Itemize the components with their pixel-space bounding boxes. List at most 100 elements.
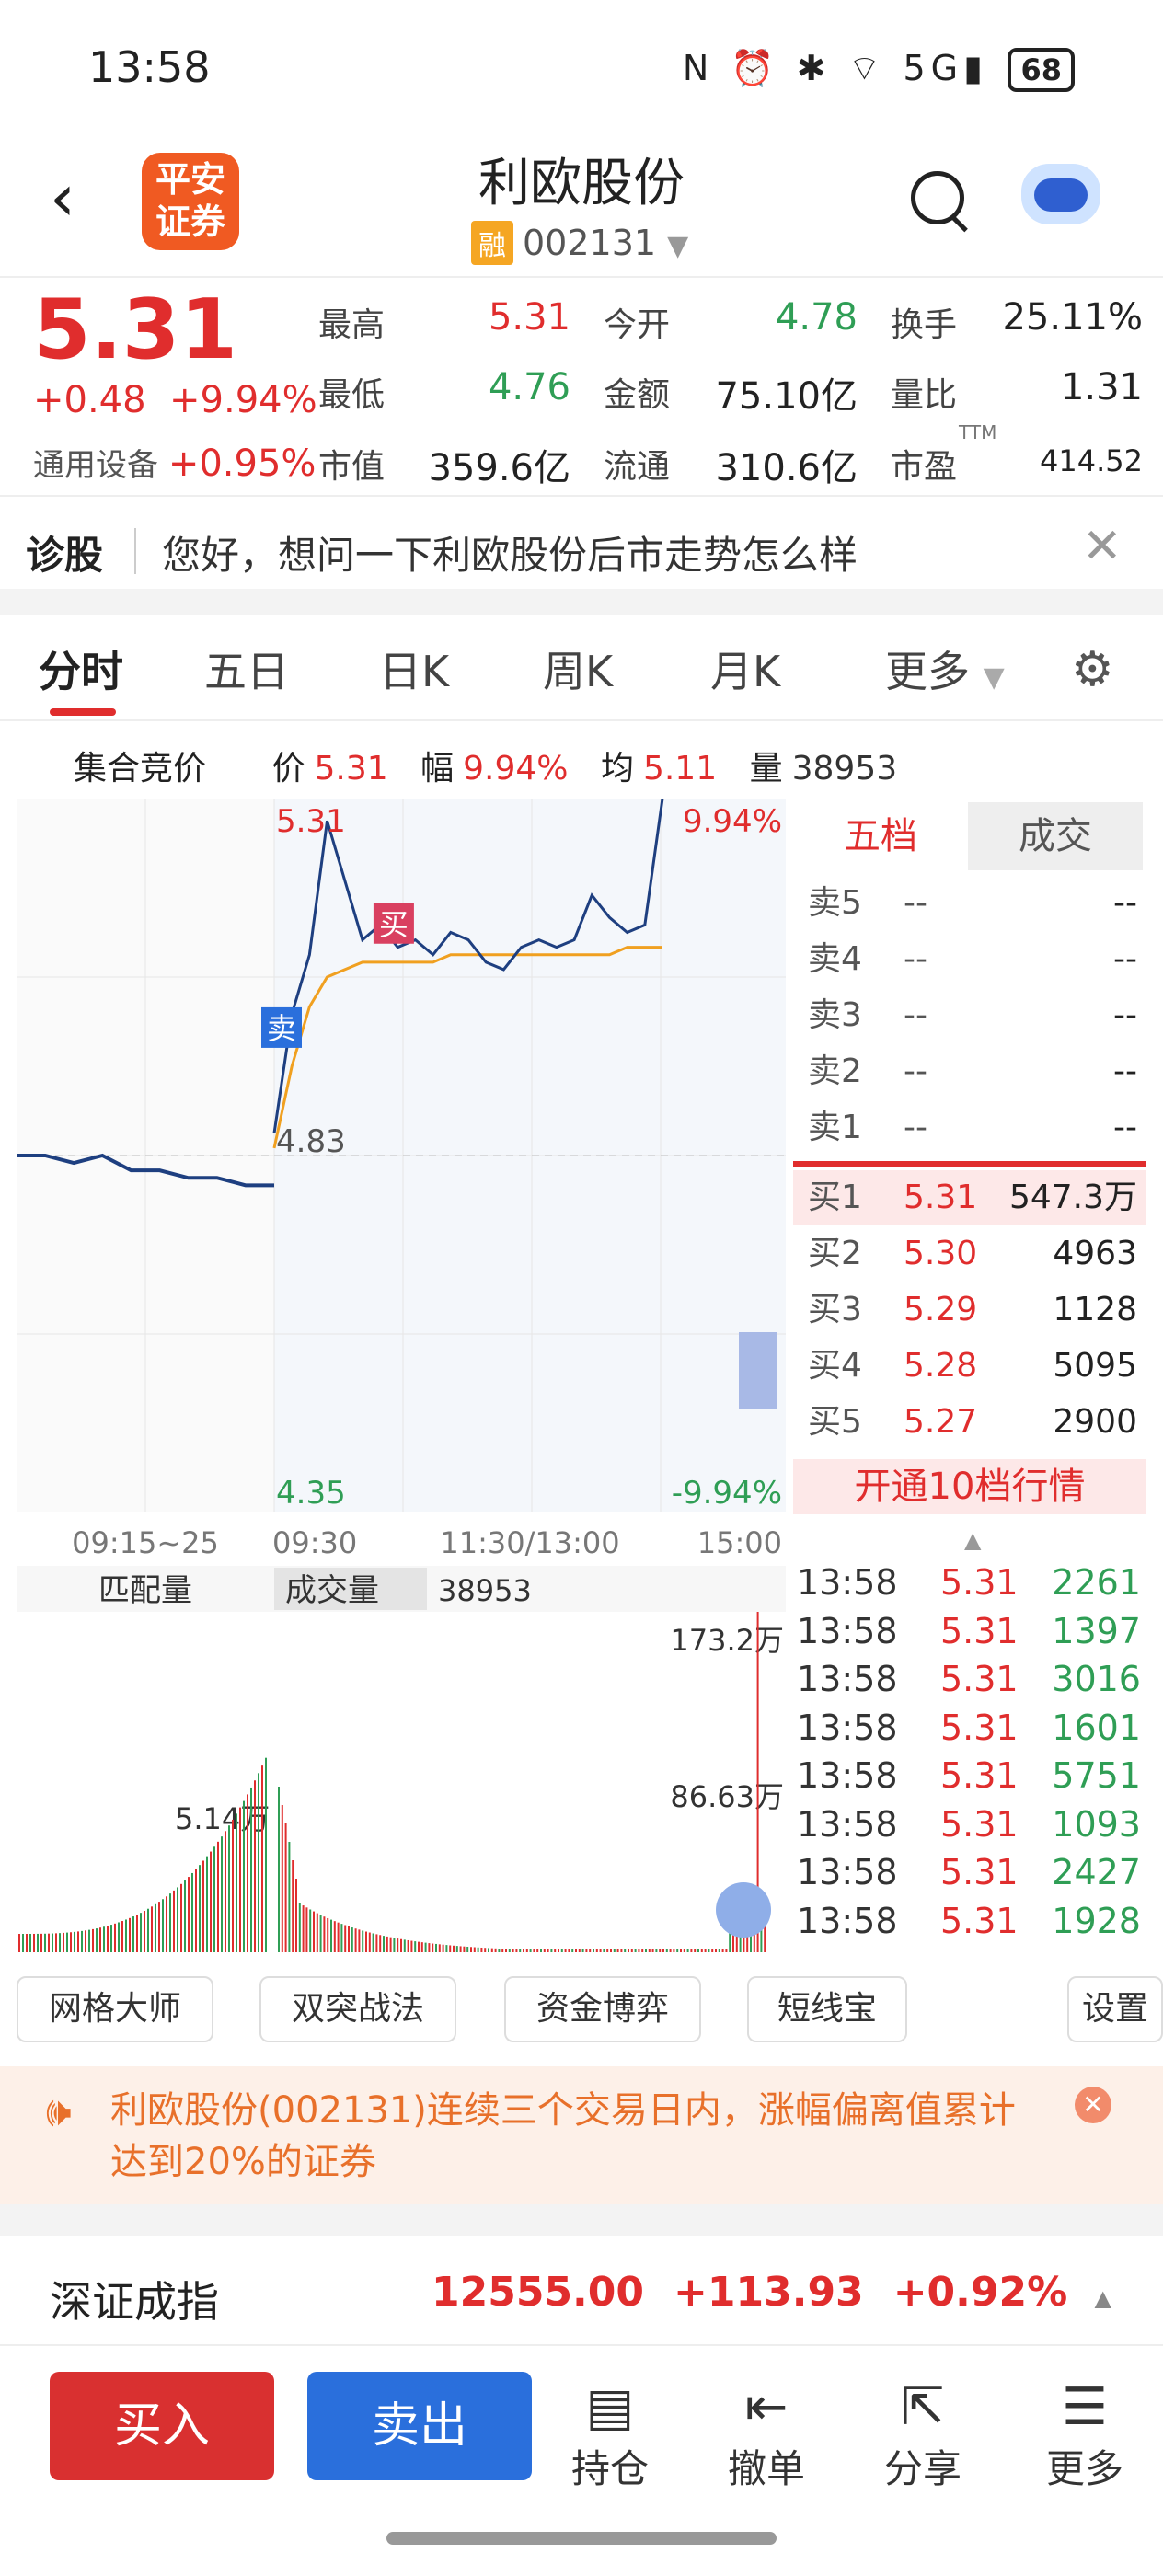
cancel-order-button[interactable]: ⇤ 撤单 (697, 2377, 835, 2494)
index-name[interactable]: 深证成指 (50, 2269, 219, 2329)
order-book-row: 买4 5.28 5095 (808, 1347, 1137, 1385)
volume-bar (379, 1935, 382, 1952)
auction-volume-bar (151, 1906, 153, 1952)
section-gap (0, 589, 1163, 615)
auction-volume-bar (140, 1913, 142, 1952)
auction-volume-bar (210, 1851, 212, 1952)
auction-volume-bar (29, 1933, 31, 1952)
buy-button[interactable]: 买入 (50, 2372, 274, 2480)
auction-volume-bar (144, 1911, 145, 1952)
close-icon[interactable]: ✕ (1075, 2087, 1111, 2123)
auction-volume-bar (217, 1841, 219, 1952)
tool-settings[interactable]: 设置 (1067, 1976, 1163, 2042)
volume-bar (547, 1949, 549, 1952)
volume-bar (295, 1879, 297, 1952)
tool-double-breakout[interactable]: 双突战法 (259, 1976, 456, 2042)
volume-bar (438, 1944, 441, 1952)
volume-bar (613, 1949, 616, 1952)
active-tab-indicator (50, 708, 116, 716)
volume-bar (624, 1949, 627, 1952)
volume-bar (305, 1907, 308, 1952)
tab-monthly-k[interactable]: 月K (710, 638, 780, 699)
volume-bar (582, 1949, 584, 1952)
tab-five-level[interactable]: 五档 (793, 802, 968, 870)
volume-bar (686, 1949, 689, 1952)
share-button[interactable]: ⇱ 分享 (854, 2377, 992, 2494)
tab-five-day[interactable]: 五日 (204, 638, 289, 699)
volume-bar (316, 1913, 318, 1952)
volume-bar (630, 1949, 633, 1952)
volume-bar (606, 1949, 609, 1952)
volume-bar (407, 1939, 409, 1952)
volume-bar (281, 1805, 283, 1952)
y-label-mid: 4.83 (276, 1123, 346, 1160)
volume-bar (651, 1949, 654, 1952)
chevron-up-icon[interactable]: ▲ (964, 1527, 981, 1553)
auction-volume-bar (265, 1757, 267, 1952)
auction-volume-bar (59, 1933, 61, 1952)
fullscreen-icon[interactable] (716, 1882, 771, 1938)
holdings-button[interactable]: ▤ 持仓 (541, 2377, 679, 2494)
gear-icon[interactable]: ⚙ (1071, 642, 1114, 697)
volume-bar (645, 1949, 647, 1952)
volume-bar (543, 1949, 546, 1952)
auction-volume-bar (213, 1846, 215, 1952)
index-quote[interactable]: 12555.00 +113.93 +0.92% ▲ (402, 2269, 1111, 2316)
more-button[interactable]: ☰ 更多 (1016, 2377, 1154, 2494)
intraday-chart[interactable]: 买卖 5.31 4.83 4.35 9.94% -9.94% 09:15~25 09:30 11… (17, 799, 789, 1958)
last-price: 5.31 (33, 282, 238, 378)
search-icon[interactable] (911, 171, 964, 224)
auction-volume-bar (52, 1933, 53, 1952)
auction-volume-bar (121, 1921, 123, 1952)
tab-trades[interactable]: 成交 (968, 802, 1143, 870)
volume-bar (313, 1911, 315, 1952)
sell-button[interactable]: 卖出 (307, 2372, 532, 2480)
quote-field-label: 市值 (318, 448, 386, 486)
volume-bar (428, 1943, 431, 1952)
notice-text[interactable]: 利欧股份(002131)连续三个交易日内，涨幅偏离值累计达到20%的证券 (110, 2085, 1031, 2188)
auction-volume-bar (63, 1932, 64, 1952)
stock-code-selector[interactable]: 融 002131 ▼ (471, 221, 688, 265)
auction-volume-bar (40, 1933, 42, 1952)
home-indicator[interactable] (386, 2532, 777, 2545)
order-book: 五档 成交 卖5 -- -- 卖4 -- -- 卖3 -- -- 卖2 -- -- 卖1 -- -- 买1 5.… (793, 802, 1146, 1455)
volume-bar (400, 1938, 402, 1952)
tab-weekly-k[interactable]: 周K (543, 638, 613, 699)
tool-capital-game[interactable]: 资金博弈 (504, 1976, 701, 2042)
tool-short-line[interactable]: 短线宝 (747, 1976, 907, 2042)
tab-more[interactable]: 更多 ▼ (885, 638, 1005, 699)
tab-daily-k[interactable]: 日K (379, 638, 449, 699)
order-book-row: 卖4 -- -- (808, 940, 1137, 978)
quote-field-value: 1.31 (1060, 366, 1143, 408)
auction-volume-bar (195, 1869, 197, 1952)
volume-bar (697, 1949, 699, 1952)
volume-bar (725, 1949, 728, 1952)
auction-volume-bar (70, 1932, 72, 1952)
auction-volume-bar (180, 1883, 182, 1952)
tab-intraday[interactable]: 分时 (39, 638, 123, 699)
order-book-row: 买2 5.30 4963 (808, 1235, 1137, 1272)
diagnose-question[interactable]: 您好，想问一下利欧股份后市走势怎么样 (162, 524, 858, 581)
battery-icon: 68 (1008, 48, 1075, 92)
trade-row: 13:58 5.31 1601 (797, 1707, 1141, 1748)
volume-bar (676, 1949, 679, 1952)
document-icon: ▤ (585, 2377, 635, 2437)
volume-bar (330, 1919, 332, 1952)
open-10-level-button[interactable]: 开通10档行情 (793, 1459, 1146, 1514)
expand-handle[interactable] (739, 1332, 777, 1409)
volume-bar (340, 1924, 343, 1952)
volume-bar (298, 1903, 301, 1952)
quote-field-label: 换手 (891, 306, 958, 344)
auction-volume-bar (22, 1933, 24, 1952)
auction-volume-bar (136, 1915, 138, 1952)
spread-divider (793, 1161, 1146, 1167)
sector-change[interactable]: 通用设备 +0.95% (33, 440, 316, 485)
close-icon[interactable]: ✕ (1082, 519, 1123, 574)
volume-bar (683, 1949, 685, 1952)
y-label-low-pct: -9.94% (672, 1475, 782, 1512)
tool-grid-master[interactable]: 网格大师 (17, 1976, 213, 2042)
ai-assistant-icon[interactable] (1021, 164, 1100, 224)
volume-bar (638, 1949, 640, 1952)
volume-bar (529, 1949, 532, 1952)
divider (134, 528, 136, 574)
